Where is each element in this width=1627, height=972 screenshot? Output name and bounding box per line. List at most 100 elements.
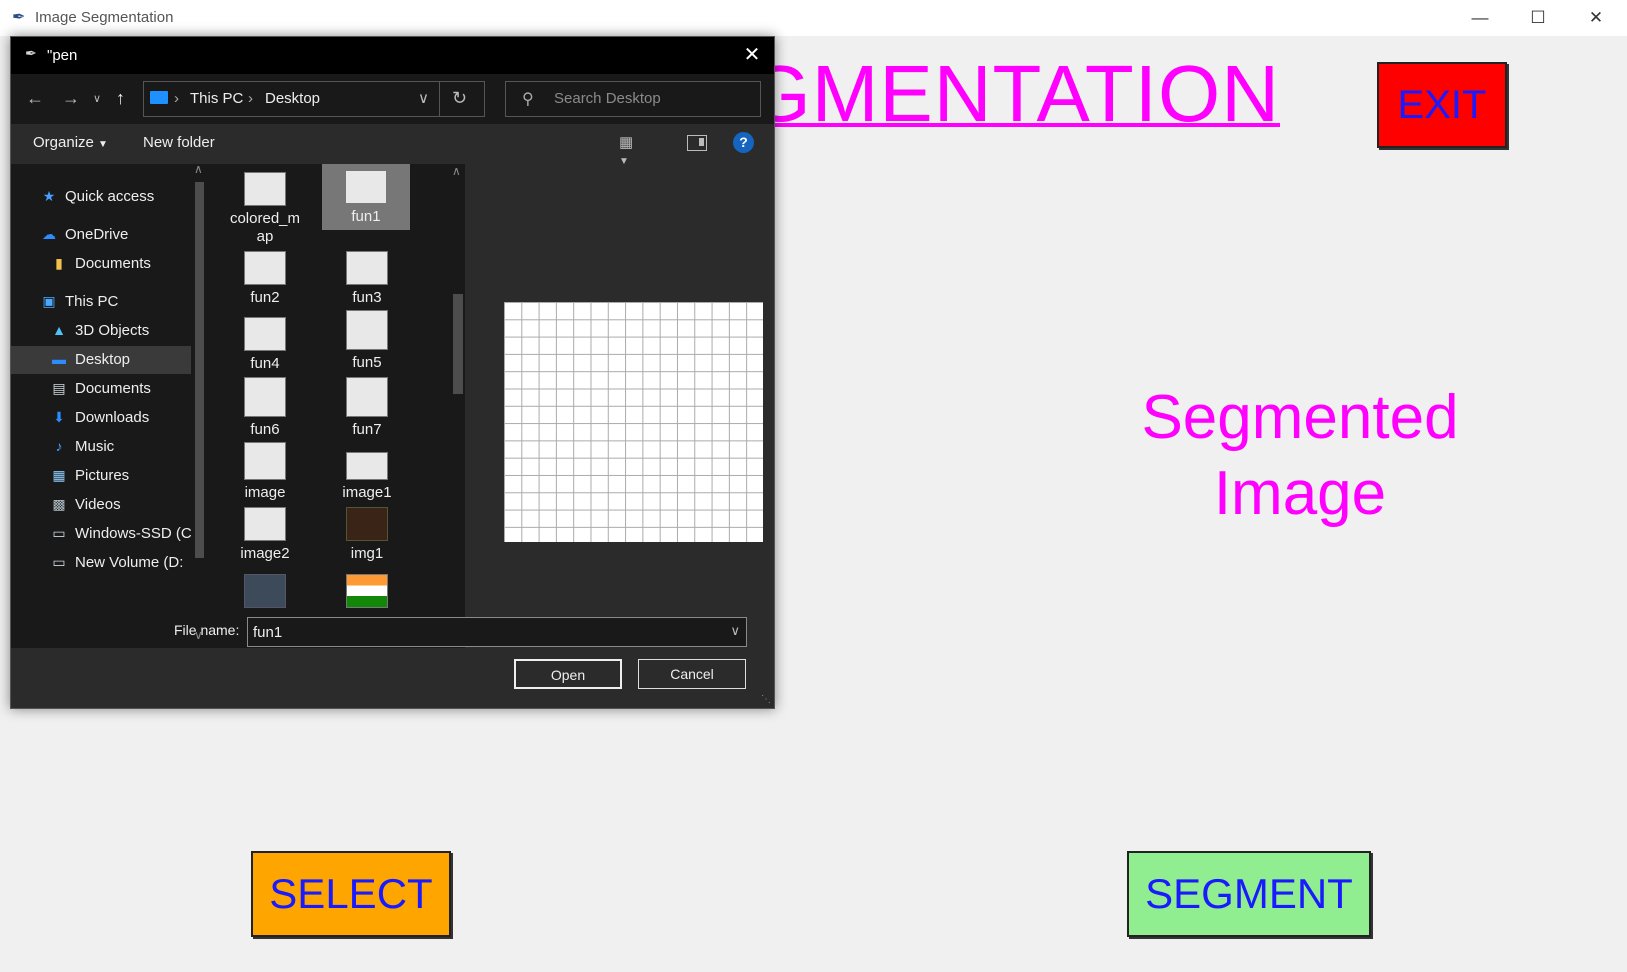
feather-icon: ✒ [25,45,37,61]
star-icon: ★ [42,188,56,204]
address-bar[interactable]: › This PC › Desktop ∨ ↻ [143,81,485,117]
file-item[interactable]: fun3 [322,251,412,307]
file-item[interactable] [220,574,310,608]
chevron-down-icon[interactable]: ∨ [730,623,740,639]
sidebar-item-music[interactable]: ♪ Music [11,433,191,461]
file-item[interactable] [322,574,412,608]
dialog-close-icon[interactable]: ✕ [730,37,774,74]
sidebar-item-label: Quick access [65,188,155,205]
segmented-label-line2: Image [1213,459,1387,528]
search-placeholder: Search Desktop [554,90,661,107]
sidebar-item-label: Windows-SSD (C [75,525,191,542]
exit-button[interactable]: EXIT [1377,62,1507,148]
up-arrow-icon[interactable]: ↑ [116,88,125,109]
sidebar-item-label: OneDrive [65,226,129,243]
help-icon[interactable]: ? [733,132,754,153]
segmented-label-line1: Segmented [1141,383,1459,452]
sidebar-item-label: 3D Objects [75,322,150,339]
sidebar-item-3d-objects[interactable]: ▲ 3D Objects [11,317,191,345]
sidebar-item-this-pc[interactable]: ▣ This PC [11,288,191,316]
breadcrumb-desktop[interactable]: Desktop [265,90,320,107]
image-thumbnail-icon [346,251,388,285]
file-item[interactable]: image [220,442,310,502]
minimize-icon[interactable]: — [1451,0,1509,36]
search-icon: ⚲ [522,91,534,108]
organize-label: Organize [33,134,94,151]
image-thumbnail-icon [346,377,388,417]
sidebar-item-documents[interactable]: ▤ Documents [11,375,191,403]
segment-button[interactable]: SEGMENT [1127,851,1371,937]
sidebar-item-videos[interactable]: ▩ Videos [11,491,191,519]
file-item[interactable]: fun6 [220,377,310,439]
file-name: image2 [240,545,290,562]
sidebar-item-label: Documents [75,380,151,397]
open-file-dialog: ✒ "pen ✕ ← → ∨ ↑ › This PC › Desktop ∨ ↻… [10,36,775,709]
breadcrumb-separator-icon: › [248,90,253,107]
file-item-selected[interactable]: fun1 [322,164,410,230]
sidebar-item-windows-ssd[interactable]: ▭ Windows-SSD (C [11,520,191,548]
scroll-up-icon[interactable]: ∧ [194,162,203,176]
forward-arrow-icon[interactable]: → [62,88,80,109]
sidebar-item-onedrive-documents[interactable]: ▮ Documents [11,250,191,278]
computer-icon: ▣ [42,293,56,309]
preview-pane-icon[interactable] [687,135,707,151]
file-item[interactable]: fun4 [220,317,310,373]
file-item[interactable]: fun5 [322,310,412,372]
dialog-toolbar: Organize ▼ New folder ▦ ▼ ? [11,124,774,167]
scrollbar-thumb[interactable] [453,294,463,394]
file-item[interactable]: image2 [220,507,310,563]
open-button[interactable]: Open [514,659,622,689]
computer-icon [150,91,168,104]
file-name: fun3 [352,289,382,306]
drive-icon: ▭ [52,525,66,541]
organize-button[interactable]: Organize ▼ [33,134,108,151]
file-name: fun2 [250,289,280,306]
video-icon: ▩ [52,496,66,512]
resize-grip-icon[interactable]: ⋱ [761,694,771,705]
file-item[interactable]: fun2 [220,251,310,307]
file-name: image1 [342,484,392,501]
photo-thumbnail-icon [346,507,388,541]
sidebar-item-new-volume[interactable]: ▭ New Volume (D: [11,549,191,577]
sidebar-item-onedrive[interactable]: ☁ OneDrive [11,221,191,249]
image-thumbnail-icon [244,317,286,351]
image-thumbnail-icon [244,442,286,480]
back-arrow-icon[interactable]: ← [26,88,44,109]
refresh-icon[interactable]: ↻ [452,88,467,109]
music-icon: ♪ [55,438,63,454]
image-thumbnail-icon [346,310,388,350]
sidebar-item-label: Videos [75,496,121,513]
sidebar-item-label: Documents [75,255,151,272]
maximize-icon[interactable]: ☐ [1509,0,1567,36]
window-title: Image Segmentation [35,9,174,26]
sidebar-item-desktop[interactable]: ▬ Desktop [11,346,191,374]
file-list-scrollbar[interactable]: ∧ ∨ [451,164,465,648]
select-button[interactable]: SELECT [251,851,451,937]
navigation-scrollbar[interactable]: ∧ ∨ [192,162,207,648]
sidebar-item-quick-access[interactable]: ★ Quick access [11,183,191,211]
view-options-icon[interactable]: ▦ ▼ [619,133,637,167]
search-box[interactable]: ⚲ Search Desktop [505,81,761,117]
close-icon[interactable]: ✕ [1567,0,1625,36]
file-item[interactable]: img1 [322,507,412,563]
address-dropdown-icon[interactable]: ∨ [418,89,429,107]
breadcrumb-this-pc[interactable]: This PC [190,90,243,107]
breadcrumb-separator-icon: › [174,90,179,107]
download-icon: ⬇ [53,409,65,425]
file-name: image [244,484,286,501]
file-name-cont: ap [256,228,274,245]
sidebar-item-pictures[interactable]: ▦ Pictures [11,462,191,490]
recent-locations-chevron-icon[interactable]: ∨ [93,92,101,105]
file-item[interactable]: colored_m ap [220,172,310,246]
sidebar-item-downloads[interactable]: ⬇ Downloads [11,404,191,432]
scrollbar-thumb[interactable] [195,182,204,558]
file-item[interactable]: fun7 [322,377,412,439]
document-icon: ▤ [52,380,66,396]
cancel-button[interactable]: Cancel [638,659,746,689]
file-item[interactable]: image1 [322,452,412,502]
new-folder-button[interactable]: New folder [143,134,215,151]
preview-pane [465,164,774,648]
scroll-up-icon[interactable]: ∧ [452,164,461,178]
file-name: fun4 [250,355,280,372]
file-name-input[interactable]: fun1 ∨ [247,617,747,647]
